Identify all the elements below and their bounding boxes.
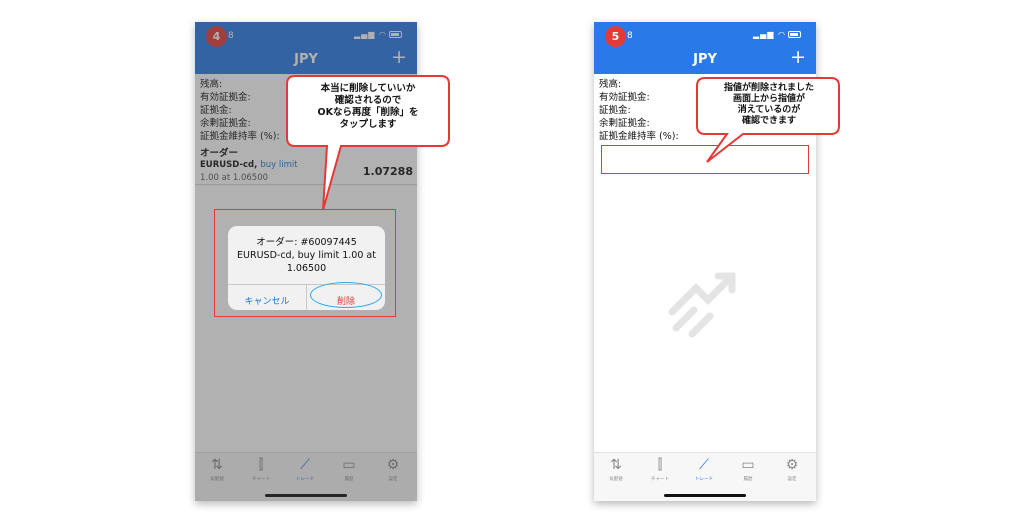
trade-watermark-icon [668, 272, 736, 338]
wifi-icon: ◠ [778, 30, 786, 39]
trade-icon: ⟋ [699, 457, 709, 473]
status-icons: ▂▄▆ ◠ [753, 30, 801, 39]
dialog-message: オーダー: #60097445 EURUSD-cd, buy limit 1.0… [237, 237, 376, 274]
account-summary: 残高: 有効証拠金: 証拠金: 余剰証拠金: 証拠金維持率 (%): [599, 78, 679, 143]
tab-trade[interactable]: ⟋ トレード [682, 457, 726, 482]
chart-icon: ⫿ [657, 457, 663, 473]
tab-quotes[interactable]: ⇅ 気配値 [594, 457, 638, 482]
callout-text: 指値が削除されました 画面上から指値が 消えているのが 確認できます [723, 83, 814, 126]
tap-indicator-ring [310, 282, 382, 308]
account-label-equity: 有効証拠金: [599, 92, 650, 103]
history-icon: ▭ [741, 457, 755, 473]
account-label-margin-level: 証拠金維持率 (%): [599, 131, 679, 142]
account-label-free-margin: 余剰証拠金: [599, 118, 650, 129]
tab-history[interactable]: ▭ 履歴 [726, 457, 770, 482]
account-label-balance: 残高: [599, 79, 622, 90]
battery-icon [788, 31, 801, 38]
home-indicator [664, 494, 746, 497]
status-time: 8 [627, 31, 633, 41]
callout-text: 本当に削除していいか 確認されるので OKなら再度「削除」を タップします [317, 83, 419, 130]
tab-settings[interactable]: ⚙ 設定 [770, 457, 814, 482]
header-bar: 5 8 ▂▄▆ ◠ JPY + [594, 22, 816, 74]
step-badge: 5 [605, 26, 626, 47]
add-icon[interactable]: + [790, 48, 806, 67]
page-title: JPY [693, 52, 717, 67]
tab-chart[interactable]: ⫿ チャート [638, 457, 682, 482]
signal-icon: ▂▄▆ [753, 30, 775, 39]
quotes-icon: ⇅ [610, 457, 622, 473]
account-label-margin: 証拠金: [599, 105, 631, 116]
cancel-button[interactable]: キャンセル [228, 294, 306, 307]
settings-icon: ⚙ [785, 457, 799, 473]
